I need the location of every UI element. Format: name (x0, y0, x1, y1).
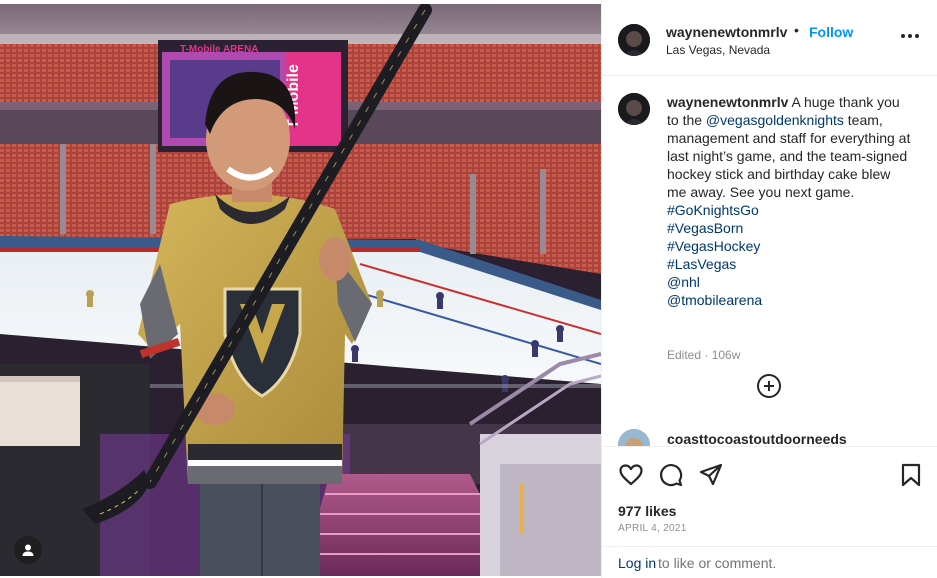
author-username[interactable]: waynenewtonmrlv (666, 24, 787, 40)
paper-plane-icon[interactable] (698, 462, 724, 488)
hashtag-link[interactable]: #VegasBorn (667, 219, 912, 237)
plus-circle-icon[interactable] (757, 374, 781, 398)
commenter-username[interactable]: coasttocoastoutdoorneeds (667, 431, 847, 446)
user-tag-icon[interactable] (14, 536, 42, 564)
separator-dot: • (794, 22, 799, 38)
comments-section: waynenewtonmrlv A huge thank you to the … (602, 77, 937, 446)
login-link[interactable]: Log in (618, 555, 656, 571)
post-photo[interactable]: T Mobile T-Mobile ARENA (0, 4, 601, 576)
arena-sign: T-Mobile ARENA (180, 44, 259, 55)
arena-photo-illustration: T Mobile T-Mobile ARENA (0, 4, 601, 576)
post-date: APRIL 4, 2021 (618, 523, 687, 534)
login-prompt: Log in to like or comment. (602, 546, 937, 578)
action-bar: 977 likes APRIL 4, 2021 (602, 446, 937, 546)
caption-age[interactable]: 106w (712, 348, 741, 362)
login-prompt-text: to like or comment. (658, 555, 777, 571)
commenter-avatar[interactable] (618, 429, 650, 446)
post-location[interactable]: Las Vegas, Nevada (666, 43, 770, 57)
mention-link[interactable]: @tmobilearena (667, 291, 912, 309)
follow-button[interactable]: Follow (809, 24, 853, 40)
comment-icon[interactable] (658, 462, 684, 488)
edited-label: Edited (667, 348, 702, 362)
caption-avatar[interactable] (618, 93, 650, 125)
hashtag-link[interactable]: #LasVegas (667, 255, 912, 273)
caption-username[interactable]: waynenewtonmrlv (667, 94, 788, 110)
likes-count[interactable]: 977 likes (618, 503, 676, 519)
mention-link[interactable]: @nhl (667, 273, 912, 291)
hashtag-link[interactable]: #GoKnightsGo (667, 201, 912, 219)
more-options-icon[interactable] (901, 34, 919, 38)
mention-link[interactable]: @vegasgoldenknights (706, 112, 844, 128)
caption-meta: Edited · 106w (667, 348, 740, 362)
meta-dot: · (701, 348, 712, 362)
post-side-panel: waynenewtonmrlv • Follow Las Vegas, Neva… (601, 0, 937, 578)
bookmark-icon[interactable] (898, 462, 924, 488)
post-header: waynenewtonmrlv • Follow Las Vegas, Neva… (602, 0, 937, 76)
caption-text: waynenewtonmrlv A huge thank you to the … (667, 93, 912, 309)
hashtag-link[interactable]: #VegasHockey (667, 237, 912, 255)
instagram-post: T Mobile T-Mobile ARENA waynenewtonmrlv … (0, 0, 937, 578)
heart-icon[interactable] (618, 462, 644, 488)
author-avatar[interactable] (618, 24, 650, 56)
